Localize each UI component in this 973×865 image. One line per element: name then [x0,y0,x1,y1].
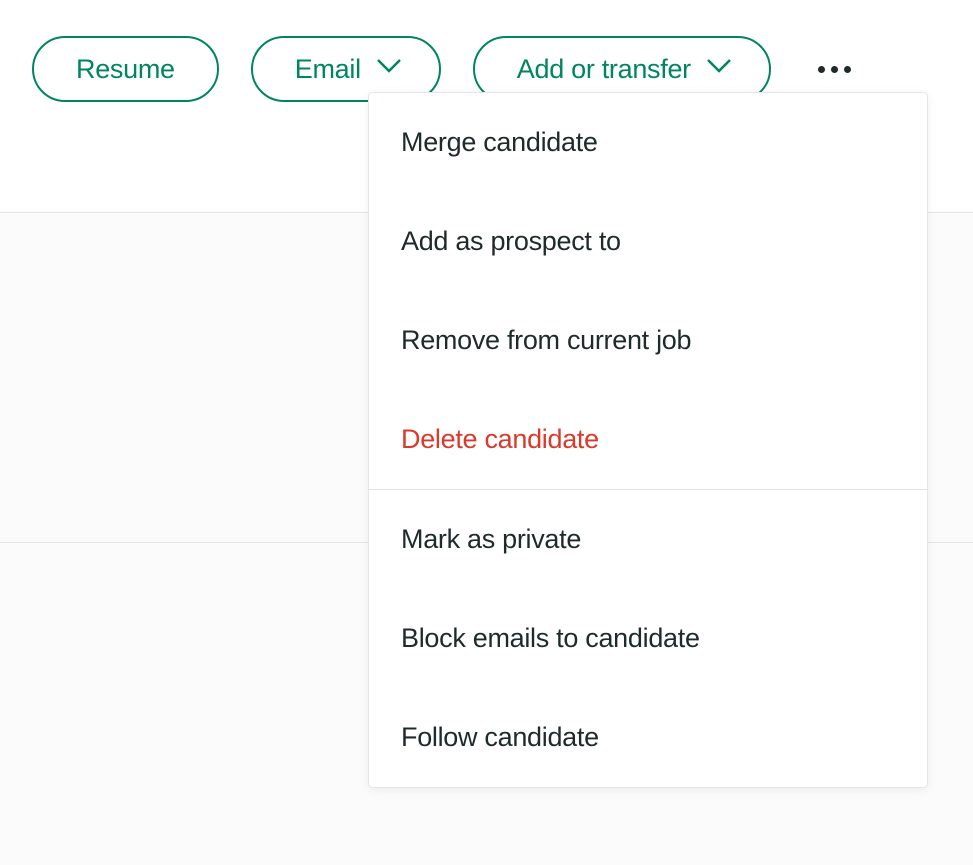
add-or-transfer-button-label: Add or transfer [517,54,691,85]
menu-item-merge-candidate[interactable]: Merge candidate [369,93,927,192]
resume-button[interactable]: Resume [32,36,219,102]
menu-item-delete-candidate[interactable]: Delete candidate [369,390,927,489]
more-horizontal-icon [818,66,851,73]
chevron-down-icon [707,59,727,79]
email-button-label: Email [295,54,361,85]
menu-item-label: Delete candidate [401,424,599,454]
menu-item-add-prospect[interactable]: Add as prospect to [369,192,927,291]
menu-item-label: Add as prospect to [401,226,621,256]
resume-button-label: Resume [76,54,175,85]
chevron-down-icon [377,59,397,79]
more-actions-menu: Merge candidate Add as prospect to Remov… [368,92,928,788]
menu-item-label: Block emails to candidate [401,623,700,653]
menu-item-label: Remove from current job [401,325,691,355]
menu-item-label: Mark as private [401,524,581,554]
menu-item-remove-from-job[interactable]: Remove from current job [369,291,927,390]
menu-item-follow-candidate[interactable]: Follow candidate [369,688,927,787]
menu-item-mark-private[interactable]: Mark as private [369,490,927,589]
menu-item-label: Follow candidate [401,722,599,752]
more-actions-button[interactable] [811,45,859,93]
menu-item-block-emails[interactable]: Block emails to candidate [369,589,927,688]
menu-item-label: Merge candidate [401,127,598,157]
